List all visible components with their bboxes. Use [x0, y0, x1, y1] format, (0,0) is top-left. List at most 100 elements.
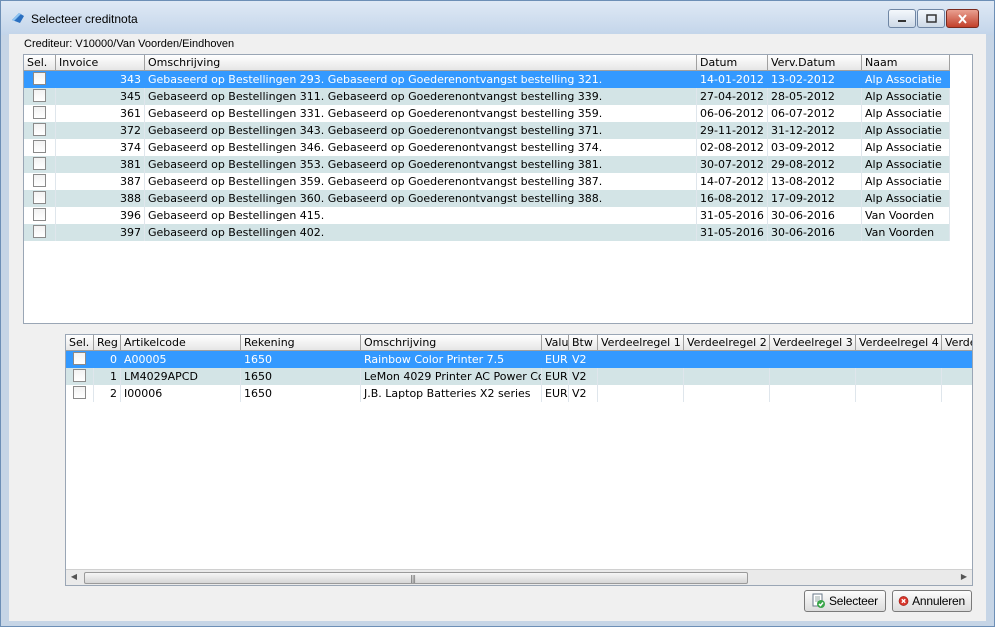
invoice-row[interactable]: 381 Gebaseerd op Bestellingen 353. Gebase… [24, 156, 950, 173]
col-header-sel[interactable]: Sel. [66, 335, 94, 351]
invoice-name: Alp Associatie [862, 71, 950, 88]
invoice-date: 27-04-2012 [697, 88, 768, 105]
invoice-number: 397 [56, 224, 145, 241]
line-vat: V2 [569, 385, 598, 402]
line-verdeelregel-5 [942, 351, 972, 368]
invoice-description: Gebaseerd op Bestellingen 415. [145, 207, 697, 224]
col-header-datum[interactable]: Datum [697, 55, 768, 71]
invoice-row[interactable]: 397 Gebaseerd op Bestellingen 402. 31-05-2… [24, 224, 950, 241]
row-checkbox[interactable] [33, 72, 46, 85]
invoice-due-date: 13-02-2012 [768, 71, 862, 88]
invoice-date: 14-01-2012 [697, 71, 768, 88]
scroll-left-arrow-icon[interactable]: ◀ [68, 572, 80, 584]
row-checkbox[interactable] [33, 225, 46, 238]
line-verdeelregel-3 [770, 368, 856, 385]
select-cell [24, 156, 56, 173]
cancel-button[interactable]: Annuleren [892, 590, 972, 612]
invoice-row[interactable]: 361 Gebaseerd op Bestellingen 331. Gebase… [24, 105, 950, 122]
row-checkbox[interactable] [73, 386, 86, 399]
row-checkbox[interactable] [33, 89, 46, 102]
invoice-row[interactable]: 387 Gebaseerd op Bestellingen 359. Gebase… [24, 173, 950, 190]
invoice-number: 345 [56, 88, 145, 105]
row-checkbox[interactable] [33, 191, 46, 204]
line-row[interactable]: 1 LM4029APCD 1650 LeMon 4029 Printer AC Pow… [66, 368, 972, 385]
row-checkbox[interactable] [73, 369, 86, 382]
col-header-omschrijving[interactable]: Omschrijving [361, 335, 542, 351]
row-checkbox[interactable] [33, 140, 46, 153]
line-account: 1650 [241, 368, 361, 385]
invoice-row[interactable]: 396 Gebaseerd op Bestellingen 415. 31-05-2… [24, 207, 950, 224]
col-header-naam[interactable]: Naam [862, 55, 950, 71]
select-button[interactable]: Selecteer [804, 590, 886, 612]
col-header-sel[interactable]: Sel. [24, 55, 56, 71]
col-header-omschrijving[interactable]: Omschrijving [145, 55, 697, 71]
select-cell [24, 207, 56, 224]
line-description: LeMon 4029 Printer AC Power Cord [361, 368, 542, 385]
line-verdeelregel-3 [770, 351, 856, 368]
row-checkbox[interactable] [33, 123, 46, 136]
lines-grid[interactable]: Sel. Reg Artikelcode Rekening Omschrijvi… [65, 334, 973, 586]
line-account: 1650 [241, 385, 361, 402]
line-account: 1650 [241, 351, 361, 368]
invoice-row[interactable]: 388 Gebaseerd op Bestellingen 360. Gebase… [24, 190, 950, 207]
line-currency: EUR [542, 351, 569, 368]
invoice-number: 381 [56, 156, 145, 173]
minimize-button[interactable] [888, 9, 916, 28]
line-currency: EUR [542, 368, 569, 385]
col-header-verdeelregel-4[interactable]: Verdeelregel 4 [856, 335, 942, 351]
row-checkbox[interactable] [73, 352, 86, 365]
col-header-verdeelregel-5[interactable]: Verdeelregel 5 [942, 335, 972, 351]
line-vat: V2 [569, 368, 598, 385]
scroll-right-arrow-icon[interactable]: ▶ [958, 572, 970, 584]
maximize-icon [925, 14, 937, 23]
select-cell [24, 139, 56, 156]
invoice-grid[interactable]: Sel. Invoice Omschrijving Datum Verv.Dat… [23, 54, 973, 324]
col-header-rekening[interactable]: Rekening [241, 335, 361, 351]
col-header-verv-datum[interactable]: Verv.Datum [768, 55, 862, 71]
close-button[interactable] [946, 9, 979, 28]
col-header-btw[interactable]: Btw [569, 335, 598, 351]
select-cell [24, 224, 56, 241]
col-header-verdeelregel-2[interactable]: Verdeelregel 2 [684, 335, 770, 351]
line-reg: 2 [94, 385, 121, 402]
col-header-reg[interactable]: Reg [94, 335, 121, 351]
scrollbar-thumb[interactable]: ||| [84, 572, 748, 584]
invoice-name: Alp Associatie [862, 139, 950, 156]
row-checkbox[interactable] [33, 174, 46, 187]
col-header-verdeelregel-1[interactable]: Verdeelregel 1 [598, 335, 684, 351]
invoice-name: Alp Associatie [862, 190, 950, 207]
row-checkbox[interactable] [33, 157, 46, 170]
cancel-icon [898, 596, 909, 606]
invoice-row[interactable]: 345 Gebaseerd op Bestellingen 311. Gebase… [24, 88, 950, 105]
maximize-button[interactable] [917, 9, 945, 28]
invoice-number: 361 [56, 105, 145, 122]
invoice-description: Gebaseerd op Bestellingen 360. Gebaseerd… [145, 190, 697, 207]
line-currency: EUR [542, 385, 569, 402]
horizontal-scrollbar[interactable]: ◀ ||| ▶ [66, 569, 972, 585]
line-row[interactable]: 0 A00005 1650 Rainbow Color Printer 7.5 EUR V… [66, 351, 972, 368]
invoice-number: 388 [56, 190, 145, 207]
col-header-valuta[interactable]: Valu [542, 335, 569, 351]
invoice-due-date: 06-07-2012 [768, 105, 862, 122]
invoice-date: 30-07-2012 [697, 156, 768, 173]
select-cell [66, 385, 94, 402]
invoice-description: Gebaseerd op Bestellingen 311. Gebaseerd… [145, 88, 697, 105]
invoice-row[interactable]: 374 Gebaseerd op Bestellingen 346. Gebase… [24, 139, 950, 156]
invoice-date: 29-11-2012 [697, 122, 768, 139]
line-article-code: LM4029APCD [121, 368, 241, 385]
title-bar[interactable]: Selecteer creditnota [1, 1, 994, 35]
row-checkbox[interactable] [33, 106, 46, 119]
invoice-row[interactable]: 372 Gebaseerd op Bestellingen 343. Gebase… [24, 122, 950, 139]
line-row[interactable]: 2 I00006 1650 J.B. Laptop Batteries X2 seri… [66, 385, 972, 402]
col-header-artikelcode[interactable]: Artikelcode [121, 335, 241, 351]
invoice-date: 14-07-2012 [697, 173, 768, 190]
invoice-due-date: 30-06-2016 [768, 207, 862, 224]
col-header-verdeelregel-3[interactable]: Verdeelregel 3 [770, 335, 856, 351]
row-checkbox[interactable] [33, 208, 46, 221]
invoice-number: 343 [56, 71, 145, 88]
invoice-number: 372 [56, 122, 145, 139]
line-verdeelregel-2 [684, 368, 770, 385]
invoice-row[interactable]: 343 Gebaseerd op Bestellingen 293. Gebase… [24, 71, 950, 88]
col-header-invoice[interactable]: Invoice [56, 55, 145, 71]
line-reg: 1 [94, 368, 121, 385]
